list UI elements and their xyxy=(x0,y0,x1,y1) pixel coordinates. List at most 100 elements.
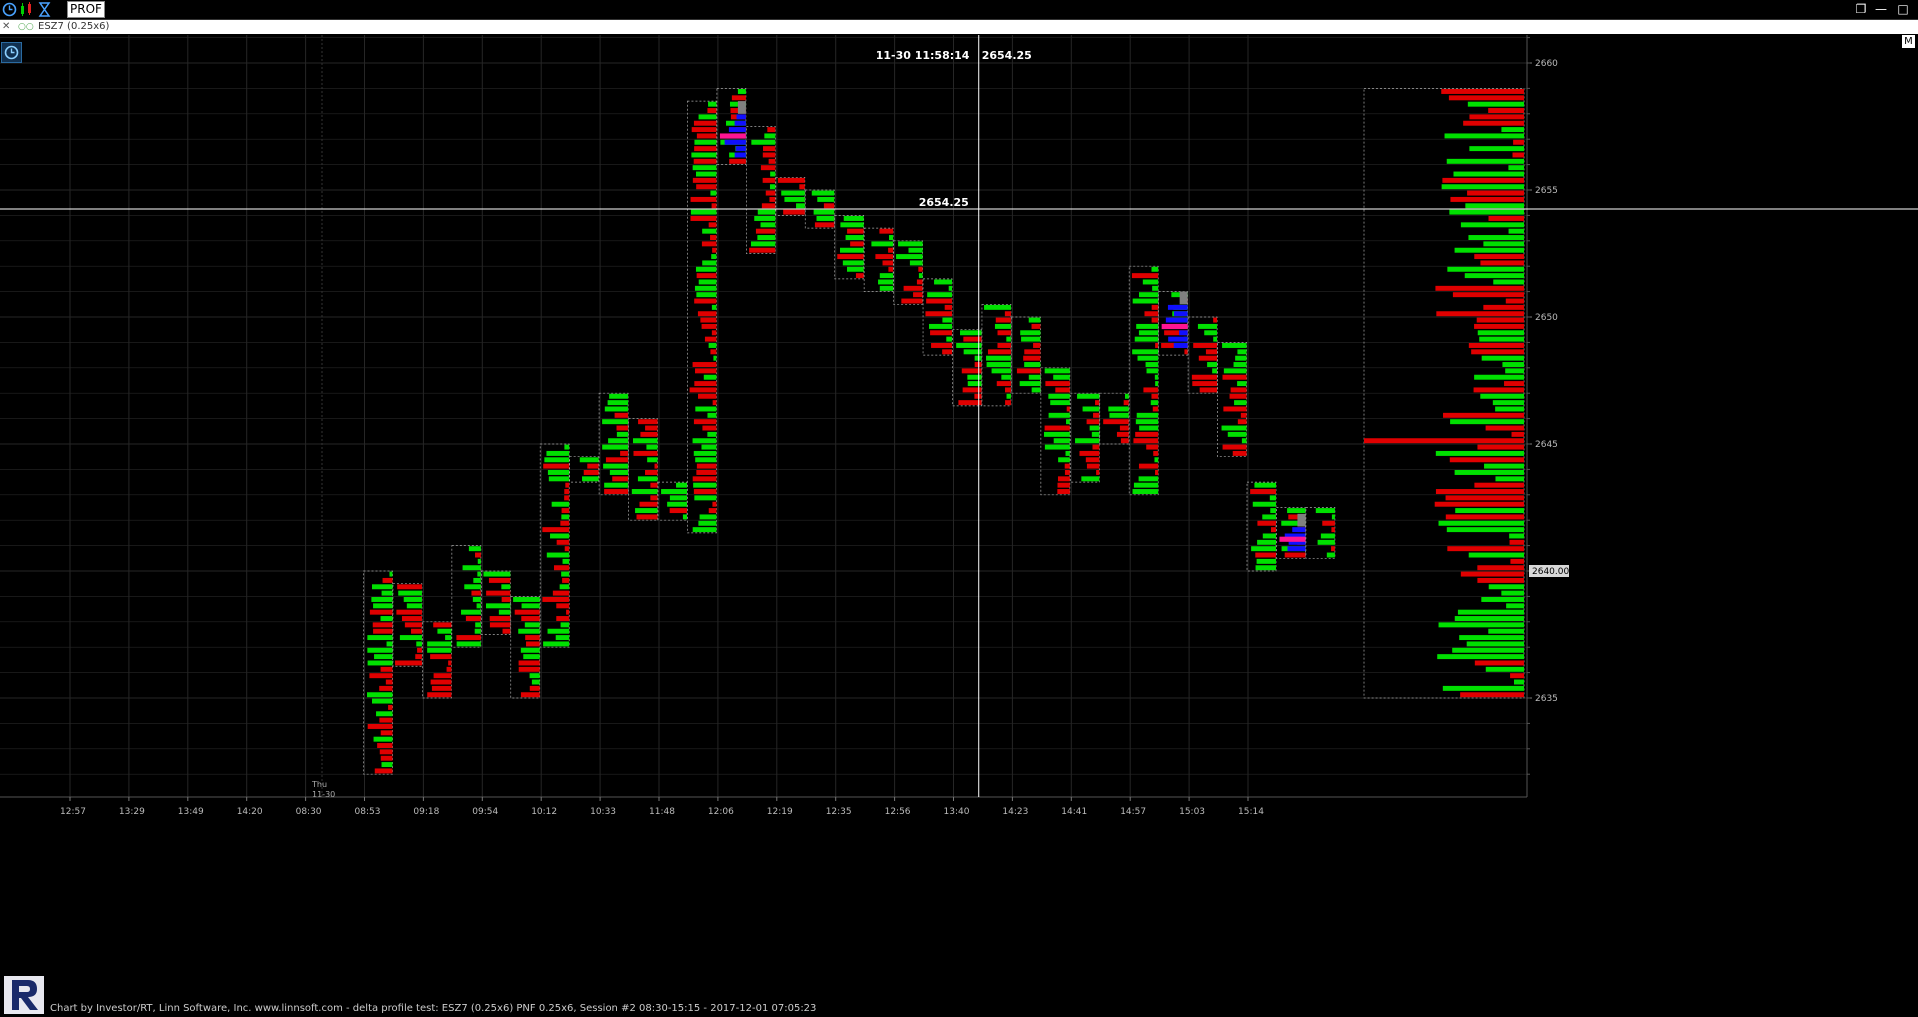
sell-bar xyxy=(636,514,658,520)
sell-bar xyxy=(1223,406,1247,412)
sell-bar xyxy=(1044,425,1070,431)
sell-bar xyxy=(698,393,717,399)
sell-bar xyxy=(542,597,570,602)
sell-bar xyxy=(379,685,393,691)
sell-bar xyxy=(691,127,717,133)
sell-bar xyxy=(645,470,658,475)
sell-bar xyxy=(1151,304,1159,310)
buy-bar xyxy=(898,241,923,247)
buy-bar xyxy=(889,235,894,240)
chart-tab-label[interactable]: ESZ7 (0.25x6) xyxy=(38,20,109,34)
sell-bar xyxy=(1086,463,1100,469)
sell-bar xyxy=(916,279,923,285)
buy-bar xyxy=(647,457,658,463)
sell-bar xyxy=(471,590,481,596)
buy-bar xyxy=(602,419,629,425)
sell-bar xyxy=(583,470,599,475)
sell-bar xyxy=(379,749,393,755)
volume-buy-bar xyxy=(1442,685,1524,691)
buy-bar xyxy=(1065,450,1070,456)
buy-bar xyxy=(661,489,687,494)
volume-sell-bar xyxy=(1469,114,1524,120)
volume-sell-bar xyxy=(1513,139,1524,145)
sell-bar xyxy=(1222,374,1247,380)
sell-bar xyxy=(448,660,452,666)
link-icon[interactable]: ○○ xyxy=(18,22,34,32)
clock-icon[interactable] xyxy=(2,2,17,17)
buy-bar xyxy=(1020,330,1041,336)
sell-bar xyxy=(944,304,953,310)
sell-bar xyxy=(433,622,452,628)
sell-bar xyxy=(1135,431,1159,437)
sell-bar xyxy=(552,590,570,596)
sell-bar xyxy=(620,450,629,456)
maximize-icon[interactable]: □ xyxy=(1896,2,1910,16)
volume-buy-bar xyxy=(1509,533,1524,539)
buy-bar xyxy=(1001,374,1011,380)
sell-bar xyxy=(700,317,717,323)
sell-bar xyxy=(377,743,393,748)
close-icon[interactable]: ✕ xyxy=(2,20,10,34)
hourglass-icon[interactable] xyxy=(37,2,52,17)
buy-bar xyxy=(1109,412,1129,418)
sell-bar xyxy=(556,539,570,545)
volume-sell-bar xyxy=(1471,349,1524,355)
buy-bar xyxy=(817,196,835,202)
sell-bar xyxy=(710,235,717,240)
buy-bar xyxy=(984,304,1011,310)
buy-bar xyxy=(1006,336,1011,342)
buy-bar xyxy=(707,431,717,437)
buy-bar xyxy=(561,514,570,520)
sell-bar xyxy=(692,362,717,367)
volume-buy-bar xyxy=(1438,622,1524,628)
volume-sell-bar xyxy=(1452,292,1524,298)
buy-bar xyxy=(616,431,629,437)
volume-buy-bar xyxy=(1492,400,1524,406)
buy-bar xyxy=(646,444,658,450)
sell-bar xyxy=(486,590,511,596)
other-bar xyxy=(1179,291,1188,305)
sell-bar xyxy=(1005,387,1011,393)
volume-sell-bar xyxy=(1460,692,1524,698)
sell-bar xyxy=(518,660,540,666)
volume-sell-bar xyxy=(1510,673,1524,679)
restore-icon[interactable]: ❐ xyxy=(1854,2,1868,16)
sell-bar xyxy=(837,254,864,260)
sell-bar xyxy=(1331,546,1335,552)
buy-bar xyxy=(582,476,599,482)
clock-button[interactable] xyxy=(1,42,22,63)
sell-bar xyxy=(525,635,540,641)
buy-bar xyxy=(1133,482,1159,488)
value-area-bar xyxy=(1168,336,1188,342)
m-button[interactable]: M xyxy=(1902,35,1915,48)
sell-bar xyxy=(1055,387,1070,393)
buy-bar xyxy=(1241,438,1247,444)
volume-buy-bar xyxy=(1464,273,1524,279)
buy-bar xyxy=(483,571,511,577)
sell-bar xyxy=(697,311,717,317)
last-price-label: 2640.00 xyxy=(1532,567,1569,577)
volume-sell-bar xyxy=(1436,311,1524,317)
buy-bar xyxy=(1257,539,1276,545)
prof-button[interactable]: PROF xyxy=(67,1,105,18)
buy-bar xyxy=(698,279,717,285)
minimize-icon[interactable]: — xyxy=(1874,2,1888,16)
buy-bar xyxy=(676,482,687,488)
sell-bar xyxy=(404,622,422,628)
buy-bar xyxy=(367,647,393,653)
bar-chart-icon[interactable] xyxy=(19,2,34,17)
sell-bar xyxy=(762,152,776,158)
y-tick-label: 2650 xyxy=(1535,313,1558,323)
volume-sell-bar xyxy=(1504,381,1524,387)
volume-buy-bar xyxy=(1469,146,1524,152)
buy-bar xyxy=(1262,514,1276,520)
sell-bar xyxy=(1270,527,1276,533)
buy-bar xyxy=(994,323,1011,329)
price-chart[interactable]: 26352640264526502655266012:5713:2913:491… xyxy=(0,35,1918,1003)
top-toolbar: PROF ❐ — □ xyxy=(0,0,1918,20)
sell-bar xyxy=(1057,482,1070,488)
sell-bar xyxy=(1184,349,1188,355)
sell-bar xyxy=(431,685,452,691)
buy-bar xyxy=(760,222,776,228)
volume-sell-bar xyxy=(1477,577,1524,583)
